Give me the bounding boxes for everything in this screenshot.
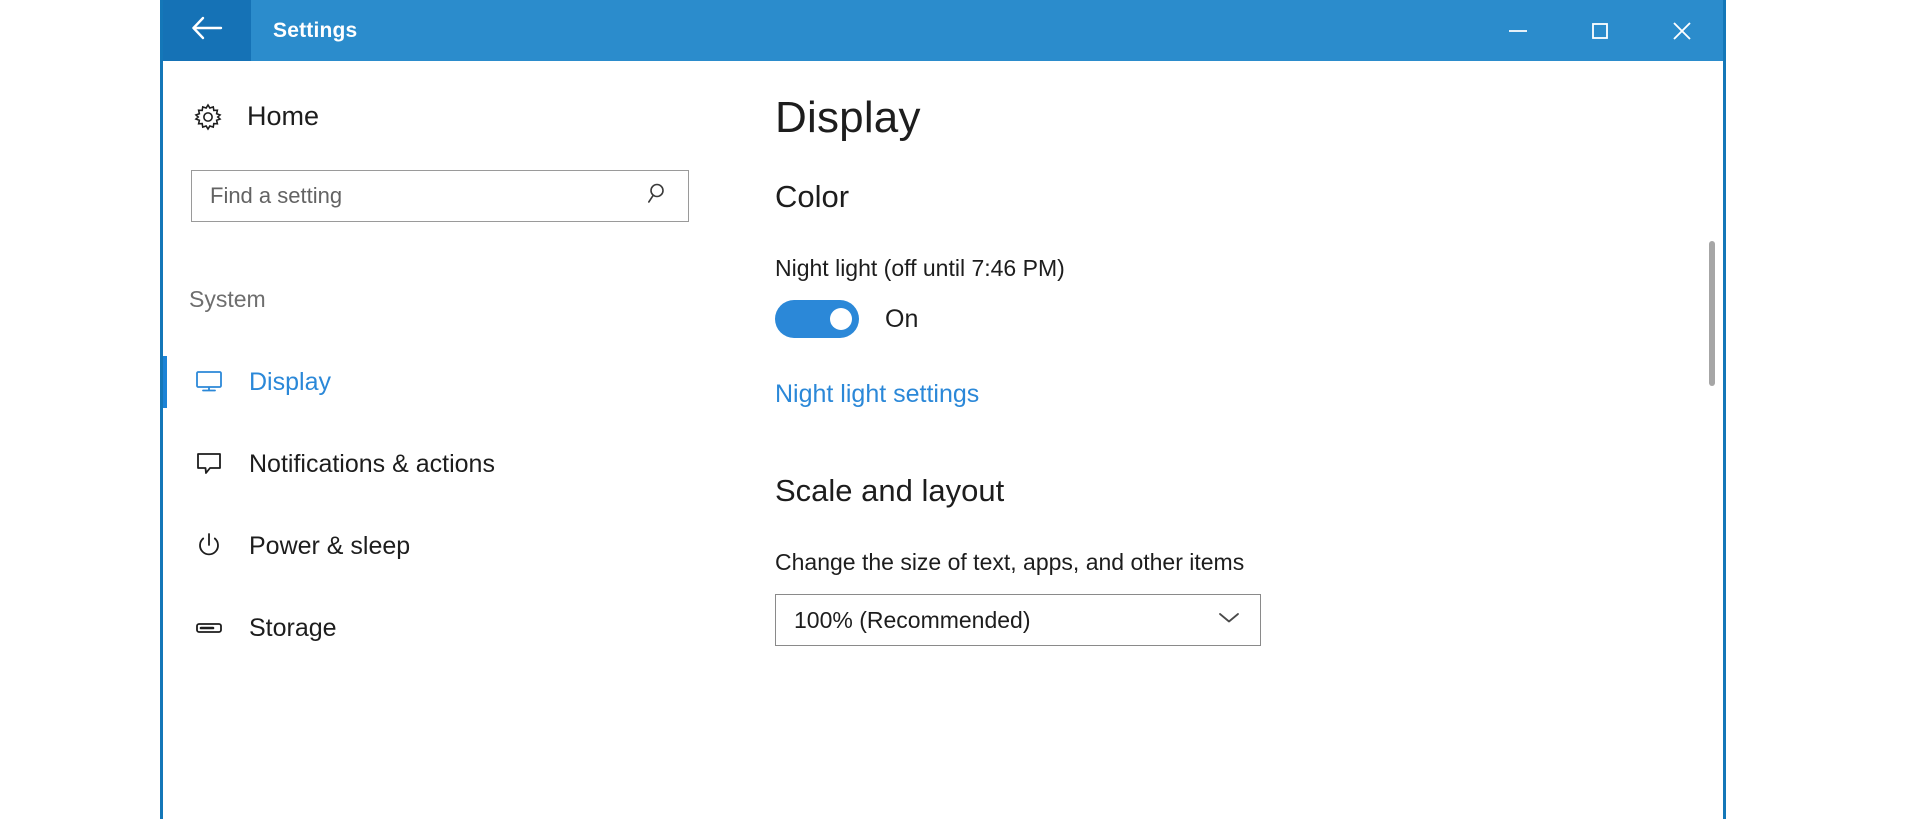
sidebar-item-home[interactable]: Home	[163, 101, 751, 132]
close-button[interactable]	[1641, 0, 1723, 61]
screen-root: Settings Home Find a setting System Disp…	[0, 0, 1920, 819]
caption-button-group	[1477, 0, 1723, 61]
maximize-icon	[1592, 22, 1608, 39]
search-placeholder: Find a setting	[210, 183, 343, 208]
scale-dropdown-value: 100% (Recommended)	[794, 606, 1031, 633]
sidebar-item-display[interactable]: Display	[163, 341, 751, 423]
scale-size-label: Change the size of text, apps, and other…	[775, 549, 1245, 575]
night-light-toggle-row: On	[775, 300, 1723, 338]
selection-indicator	[163, 356, 167, 408]
night-light-settings-link[interactable]: Night light settings	[775, 380, 979, 409]
titlebar-spacer	[357, 0, 1477, 61]
close-icon	[1673, 21, 1691, 40]
content-pane: Display Color Night light (off until 7:4…	[751, 61, 1723, 819]
sidebar-item-label-home: Home	[247, 101, 320, 131]
content-scrollbar[interactable]	[1705, 61, 1719, 819]
night-light-label: Night light (off until 7:46 PM)	[775, 255, 1065, 281]
section-heading-color: Color	[775, 179, 850, 214]
sidebar: Home Find a setting System Display Notif…	[163, 61, 751, 819]
title-bar: Settings	[163, 0, 1723, 61]
scrollbar-thumb[interactable]	[1709, 241, 1715, 386]
power-icon	[191, 531, 227, 561]
sidebar-item-storage[interactable]: Storage	[163, 587, 751, 669]
scale-dropdown[interactable]: 100% (Recommended)	[775, 594, 1261, 646]
page-title: Display	[775, 93, 921, 142]
sidebar-item-label-power-sleep: Power & sleep	[249, 531, 411, 560]
sidebar-group-header: System	[189, 286, 266, 312]
drive-icon	[191, 618, 227, 638]
monitor-icon	[191, 369, 227, 395]
back-arrow-icon	[190, 15, 224, 46]
maximize-button[interactable]	[1559, 0, 1641, 61]
minimize-button[interactable]	[1477, 0, 1559, 61]
sidebar-item-label-notifications-actions: Notifications & actions	[249, 449, 495, 478]
search-input[interactable]: Find a setting	[191, 170, 689, 222]
section-heading-scale-and-layout: Scale and layout	[775, 473, 1005, 508]
night-light-toggle-state: On	[885, 304, 919, 333]
window-title: Settings	[273, 18, 358, 42]
toggle-knob	[830, 308, 852, 330]
back-button[interactable]	[163, 0, 251, 61]
settings-window: Settings Home Find a setting System Disp…	[160, 0, 1726, 819]
window-body: Home Find a setting System Display Notif…	[163, 61, 1723, 819]
sidebar-item-label-display: Display	[249, 367, 331, 396]
minimize-icon	[1509, 29, 1527, 32]
sidebar-item-notifications-actions[interactable]: Notifications & actions	[163, 423, 751, 505]
sidebar-item-power-sleep[interactable]: Power & sleep	[163, 505, 751, 587]
night-light-toggle[interactable]	[775, 300, 859, 338]
speech-bubble-icon	[191, 450, 227, 478]
sidebar-nav-list: Display Notifications & actions Power & …	[163, 341, 751, 669]
sidebar-item-label-storage: Storage	[249, 613, 337, 642]
search-icon[interactable]	[646, 181, 672, 212]
chevron-down-icon[interactable]	[1216, 610, 1242, 631]
gear-icon	[191, 102, 225, 132]
